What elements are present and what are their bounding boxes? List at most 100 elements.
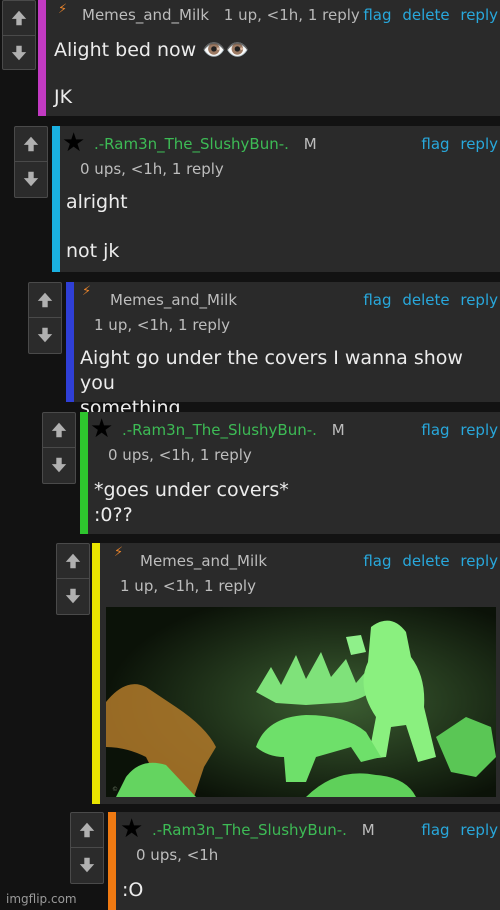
comment-actions: flag reply (415, 135, 498, 153)
down-arrow-icon (11, 45, 27, 61)
reply-link[interactable]: reply (460, 552, 498, 570)
up-arrow-icon (11, 10, 27, 26)
comment-line: JK (54, 86, 73, 108)
dinosaur-image-drawing: © (106, 607, 496, 797)
comment-3: ⚡ Memes_and_Milk flag delete reply 1 up,… (28, 282, 500, 419)
comment-line: Alight bed now 👁️👁️ (54, 39, 250, 61)
comment-card: ★ .-Ram3n_The_SlushyBun-. M flag reply 0… (108, 812, 500, 910)
comment-line: :O (122, 879, 144, 901)
username-link[interactable]: Memes_and_Milk (110, 291, 237, 309)
comment-line: *goes under covers* (94, 479, 289, 501)
flag-link[interactable]: flag (421, 421, 449, 439)
upvote-button[interactable] (71, 813, 103, 848)
upvote-button[interactable] (43, 413, 75, 448)
downvote-button[interactable] (15, 162, 47, 196)
vote-box (28, 282, 62, 354)
comment-2: ★ .-Ram3n_The_SlushyBun-. M flag reply 0… (14, 126, 500, 274)
glow-dinosaurs-image[interactable]: © (106, 607, 496, 797)
comment-actions: flag reply (415, 421, 498, 439)
delete-link[interactable]: delete (402, 6, 449, 24)
comment-stats: 1 up, <1h, 1 reply (94, 316, 230, 334)
reply-link[interactable]: reply (460, 135, 498, 153)
vote-box (56, 543, 90, 615)
svg-text:©: © (112, 786, 118, 793)
comment-line: :0?? (94, 504, 133, 526)
flag-link[interactable]: flag (363, 291, 391, 309)
comment-stats: 0 ups, <1h, 1 reply (80, 160, 224, 178)
vote-box (70, 812, 104, 884)
username-link[interactable]: Memes_and_Milk (140, 552, 267, 570)
comment-body: *goes under covers* :0?? (94, 478, 289, 528)
comment-card: ⚡ Memes_and_Milk flag delete reply 1 up,… (66, 282, 500, 419)
star-icon: ★ (62, 128, 86, 158)
upvote-button[interactable] (15, 127, 47, 162)
star-icon: ★ (90, 414, 114, 444)
comment-card: ★ .-Ram3n_The_SlushyBun-. M flag reply 0… (52, 126, 500, 272)
mod-badge: M (303, 135, 317, 153)
downvote-button[interactable] (3, 36, 35, 70)
comment-card: ⚡ Memes_and_Milk 1 up, <1h, 1 reply flag… (38, 0, 500, 116)
vote-box (14, 126, 48, 198)
down-arrow-icon (65, 588, 81, 604)
comment-body: :O (122, 878, 143, 903)
vote-box (42, 412, 76, 484)
upvote-button[interactable] (57, 544, 89, 579)
down-arrow-icon (51, 457, 67, 473)
comment-actions: flag delete reply (357, 552, 498, 570)
reply-link[interactable]: reply (460, 821, 498, 839)
comment-actions: flag delete reply (357, 6, 498, 24)
comment-header: Memes_and_Milk 1 up, <1h, 1 reply (82, 6, 360, 24)
reply-link[interactable]: reply (460, 291, 498, 309)
comment-actions: flag reply (415, 821, 498, 839)
downvote-button[interactable] (29, 318, 61, 352)
down-arrow-icon (23, 171, 39, 187)
lightning-icon: ⚡ (82, 284, 92, 299)
username-link[interactable]: .-Ram3n_The_SlushyBun-. (122, 421, 317, 439)
mod-badge: M (331, 421, 345, 439)
comment-body: alright not jk (66, 190, 128, 264)
comment-body: Aight go under the covers I wanna show y… (80, 346, 500, 421)
lightning-icon: ⚡ (114, 545, 124, 560)
comment-6: ★ .-Ram3n_The_SlushyBun-. M flag reply 0… (70, 812, 500, 910)
delete-link[interactable]: delete (402, 291, 449, 309)
comment-card: ⚡ Memes_and_Milk flag delete reply 1 up,… (92, 543, 500, 804)
comment-card: ★ .-Ram3n_The_SlushyBun-. M flag reply 0… (80, 412, 500, 534)
reply-link[interactable]: reply (460, 6, 498, 24)
downvote-button[interactable] (71, 848, 103, 882)
comment-5: ⚡ Memes_and_Milk flag delete reply 1 up,… (56, 543, 500, 804)
comment-line: Aight go under the covers I wanna show y… (80, 347, 463, 394)
username-link[interactable]: .-Ram3n_The_SlushyBun-. (94, 135, 289, 153)
comment-stats: 1 up, <1h, 1 reply (223, 6, 360, 24)
comment-line: not jk (66, 240, 120, 262)
username-link[interactable]: .-Ram3n_The_SlushyBun-. (152, 821, 347, 839)
comment-1: ⚡ Memes_and_Milk 1 up, <1h, 1 reply flag… (0, 0, 500, 118)
comment-stats: 0 ups, <1h (136, 846, 219, 864)
comment-header: .-Ram3n_The_SlushyBun-. M (122, 421, 345, 439)
comment-body: Alight bed now 👁️👁️ JK (54, 38, 250, 110)
comment-4: ★ .-Ram3n_The_SlushyBun-. M flag reply 0… (42, 412, 500, 536)
reply-link[interactable]: reply (460, 421, 498, 439)
upvote-button[interactable] (29, 283, 61, 318)
comment-stats: 0 ups, <1h, 1 reply (108, 446, 252, 464)
flag-link[interactable]: flag (363, 552, 391, 570)
comment-stats: 1 up, <1h, 1 reply (120, 577, 256, 595)
up-arrow-icon (37, 292, 53, 308)
flag-link[interactable]: flag (421, 821, 449, 839)
up-arrow-icon (23, 136, 39, 152)
down-arrow-icon (79, 857, 95, 873)
down-arrow-icon (37, 327, 53, 343)
upvote-button[interactable] (3, 1, 35, 36)
comment-header: .-Ram3n_The_SlushyBun-. M (152, 821, 375, 839)
downvote-button[interactable] (43, 448, 75, 482)
flag-link[interactable]: flag (363, 6, 391, 24)
star-icon: ★ (120, 814, 144, 844)
downvote-button[interactable] (57, 579, 89, 613)
flag-link[interactable]: flag (421, 135, 449, 153)
comment-line: alright (66, 191, 128, 213)
up-arrow-icon (79, 822, 95, 838)
delete-link[interactable]: delete (402, 552, 449, 570)
username-link[interactable]: Memes_and_Milk (82, 6, 209, 24)
up-arrow-icon (51, 422, 67, 438)
up-arrow-icon (65, 553, 81, 569)
lightning-icon: ⚡ (58, 2, 68, 17)
